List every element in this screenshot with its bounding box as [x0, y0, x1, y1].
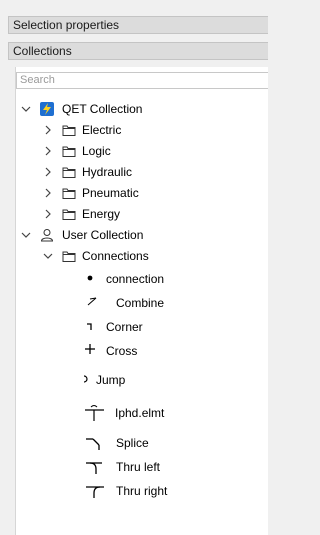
corner-icon	[84, 319, 100, 335]
selection-properties-header[interactable]: Selection properties	[8, 16, 268, 34]
chevron-right-icon[interactable]	[42, 141, 54, 161]
element-label: connection	[106, 272, 165, 286]
element-item-connection[interactable]: connection	[84, 269, 264, 289]
tree-item-energy[interactable]: Energy	[42, 204, 262, 224]
chevron-down-icon[interactable]	[20, 99, 32, 119]
element-item-splice[interactable]: Splice	[84, 433, 264, 453]
folder-icon	[62, 249, 76, 263]
collections-header[interactable]: Collections	[8, 42, 268, 60]
element-item-iphd[interactable]: Iphd.elmt	[84, 403, 264, 423]
chevron-down-icon[interactable]	[20, 225, 32, 245]
tree-item-qet-collection[interactable]: QET Collection	[20, 99, 260, 119]
chevron-right-icon[interactable]	[42, 162, 54, 182]
element-item-thru-left[interactable]: Thru left	[84, 457, 264, 477]
user-icon	[40, 228, 54, 242]
element-label: Jump	[96, 373, 126, 387]
folder-icon	[62, 207, 76, 221]
combine-icon	[84, 294, 100, 310]
element-label: Splice	[116, 436, 149, 450]
tree-item-logic[interactable]: Logic	[42, 141, 262, 161]
thru-left-icon	[84, 458, 106, 474]
element-label: Cross	[106, 344, 138, 358]
tree-item-pneumatic[interactable]: Pneumatic	[42, 183, 262, 203]
chevron-right-icon[interactable]	[42, 183, 54, 203]
element-label: Iphd.elmt	[115, 406, 165, 420]
tree-item-label: User Collection	[62, 228, 144, 242]
element-label: Thru right	[116, 484, 168, 498]
folder-icon	[62, 165, 76, 179]
element-label: Corner	[106, 320, 143, 334]
cross-icon	[84, 342, 100, 358]
element-label: Combine	[116, 296, 165, 310]
element-item-combine[interactable]: Combine	[84, 293, 264, 313]
folder-icon	[62, 186, 76, 200]
tree-item-hydraulic[interactable]: Hydraulic	[42, 162, 262, 182]
element-item-thru-right[interactable]: Thru right	[84, 481, 264, 501]
qet-logo-icon	[40, 102, 54, 116]
folder-icon	[62, 123, 76, 137]
tree-item-label: Pneumatic	[82, 186, 139, 200]
tree-item-label: Energy	[82, 207, 121, 221]
tree-item-user-collection[interactable]: User Collection	[20, 225, 260, 245]
chevron-right-icon[interactable]	[42, 120, 54, 140]
jump-icon	[80, 372, 96, 388]
tree-item-connections[interactable]: Connections	[42, 246, 262, 266]
tree-item-label: Connections	[82, 249, 149, 263]
connection-dot-icon	[84, 271, 100, 287]
iphd-junction-icon	[84, 404, 106, 421]
search-input[interactable]: Search	[16, 72, 268, 89]
chevron-right-icon[interactable]	[42, 204, 54, 224]
thru-right-icon	[84, 482, 106, 498]
splice-icon	[84, 434, 106, 450]
tree-item-label: Hydraulic	[82, 165, 133, 179]
tree-item-label: Electric	[82, 123, 122, 137]
element-label: Thru left	[116, 460, 161, 474]
tree-item-label: QET Collection	[62, 102, 143, 116]
chevron-down-icon[interactable]	[42, 246, 54, 266]
tree-item-label: Logic	[82, 144, 111, 158]
element-item-corner[interactable]: Corner	[84, 317, 264, 337]
folder-icon	[62, 144, 76, 158]
tree-item-electric[interactable]: Electric	[42, 120, 262, 140]
element-item-cross[interactable]: Cross	[84, 341, 264, 361]
element-item-jump[interactable]: Jump	[80, 370, 260, 390]
